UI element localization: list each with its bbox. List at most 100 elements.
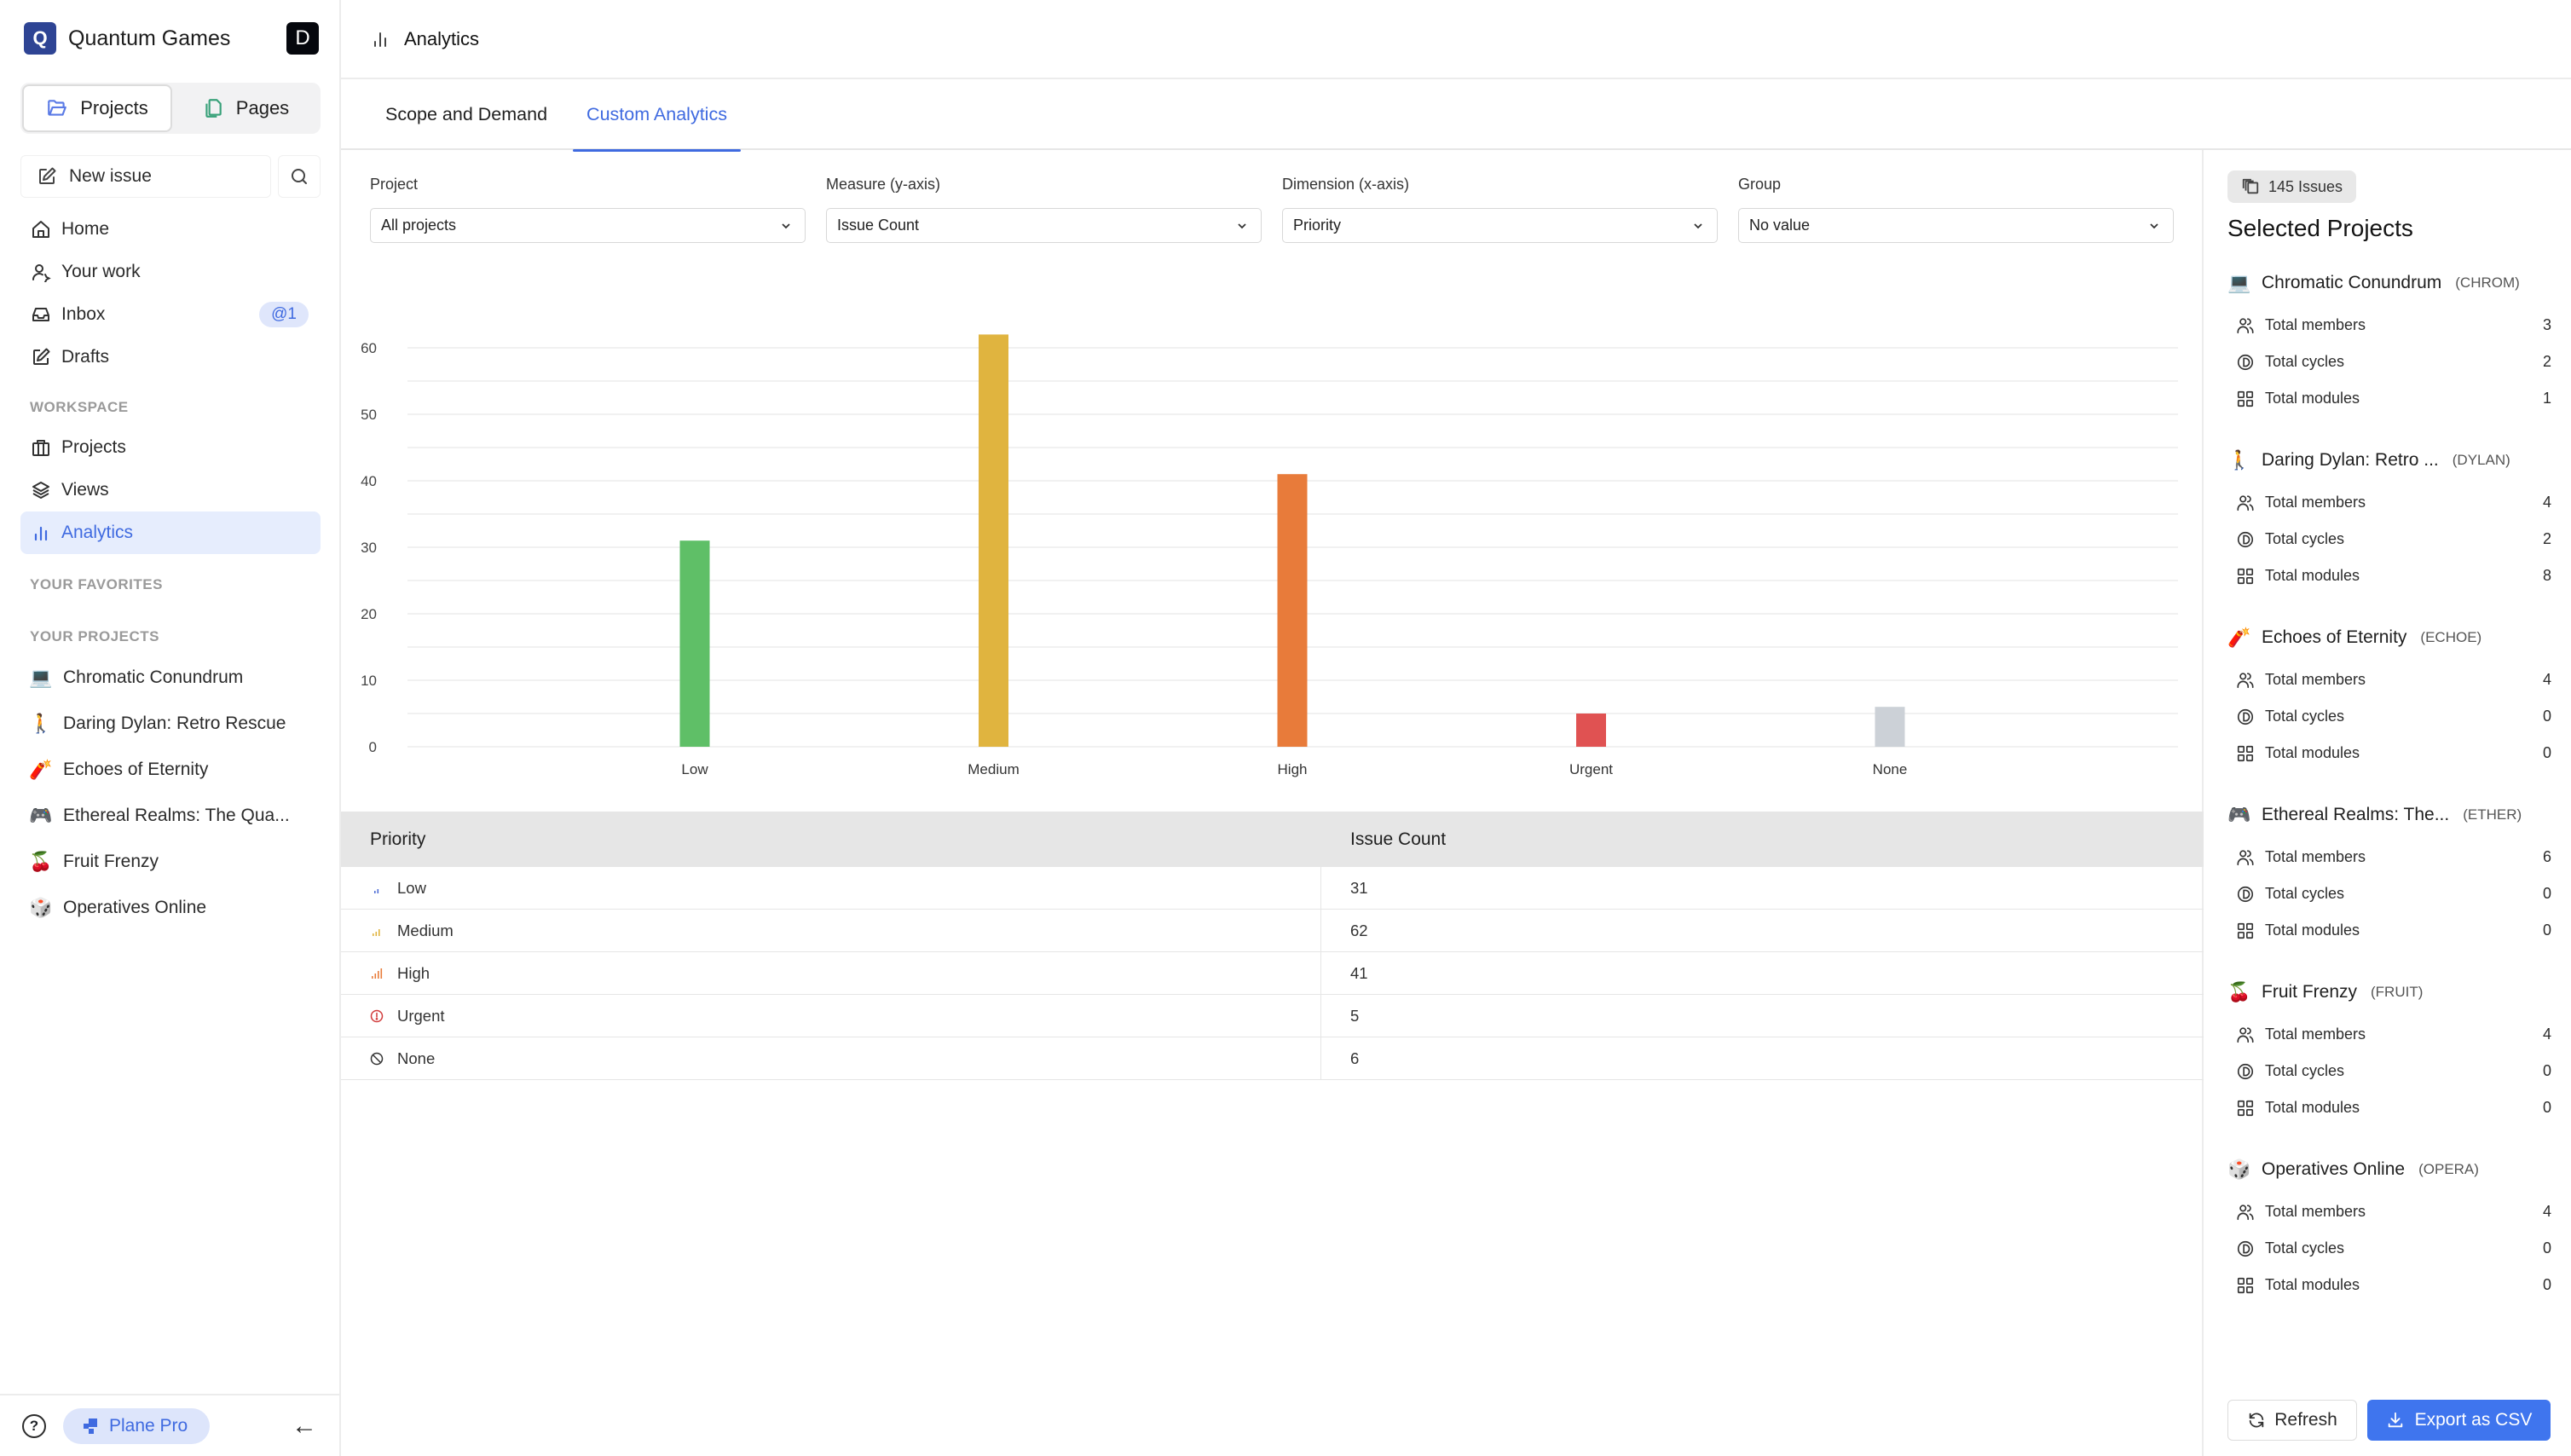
- cycles-icon: [2237, 1240, 2254, 1257]
- sidebar-switcher: Projects Pages: [20, 83, 321, 134]
- bar-chart-icon: [374, 32, 386, 47]
- layers-icon: [32, 482, 49, 499]
- cycles-icon: [2237, 531, 2254, 547]
- switcher-projects-button[interactable]: Projects: [22, 84, 172, 132]
- dimension-select[interactable]: Priority: [1282, 208, 1718, 243]
- selected-project-card: 🎮 Ethereal Realms: The... (ETHER) Total mem…: [2227, 791, 2551, 968]
- stat-total-cycles: Total cycles 0: [2227, 698, 2551, 735]
- selected-project-identifier: (DYLAN): [2452, 452, 2510, 468]
- selected-project-name: Chromatic Conundrum: [2262, 273, 2442, 292]
- stat-total-cycles: Total cycles 0: [2227, 875, 2551, 912]
- column-header-priority[interactable]: Priority: [341, 829, 1321, 850]
- stat-value: 0: [2542, 1062, 2551, 1079]
- group-select[interactable]: No value: [1738, 208, 2174, 243]
- search-button[interactable]: [278, 155, 321, 198]
- selected-project-header: 💻 Chromatic Conundrum (CHROM): [2227, 259, 2551, 307]
- priority-label: Medium: [397, 921, 454, 939]
- stat-total-members: Total members 3: [2227, 307, 2551, 344]
- switcher-pages-button[interactable]: Pages: [172, 84, 319, 132]
- priority-label: High: [397, 963, 430, 982]
- issue-count-cell: 6: [1350, 1049, 1360, 1067]
- nav-views[interactable]: Views: [20, 469, 321, 511]
- stat-label: Total cycles: [2265, 1062, 2345, 1079]
- selected-project-identifier: (FRUIT): [2371, 984, 2424, 1000]
- stat-value: 4: [2542, 1203, 2551, 1220]
- project-emoji-icon: 🎮: [29, 805, 53, 826]
- chevron-down-icon: [2150, 222, 2158, 228]
- analytics-table: Priority Issue Count Low 31 Medium 62 High 41…: [341, 812, 2204, 1080]
- nav-analytics-label: Analytics: [61, 523, 134, 542]
- project-select[interactable]: All projects: [370, 208, 806, 243]
- selected-project-name: Fruit Frenzy: [2262, 982, 2358, 1002]
- y-tick-label: 10: [361, 673, 377, 689]
- export-csv-button[interactable]: Export as CSV: [2367, 1400, 2551, 1441]
- stat-total-members: Total members 4: [2227, 662, 2551, 698]
- stat-label: Total modules: [2265, 1276, 2360, 1293]
- alert-circle-icon: [370, 1009, 384, 1023]
- x-tick-label: Low: [681, 761, 708, 777]
- stat-label: Total modules: [2265, 390, 2360, 407]
- help-icon[interactable]: ?: [22, 1413, 46, 1438]
- tab-custom-analytics[interactable]: Custom Analytics: [573, 79, 741, 152]
- bar-low[interactable]: [679, 540, 710, 747]
- filter-group: Group No value: [1738, 176, 2174, 243]
- project-emoji-icon: 💻: [29, 667, 53, 688]
- project-list: 💻 Chromatic Conundrum 🚶 Daring Dylan: Retro…: [20, 655, 321, 931]
- panel-actions: Refresh Export as CSV: [2227, 1400, 2551, 1441]
- user-avatar[interactable]: D: [286, 22, 319, 55]
- nav-projects[interactable]: Projects: [20, 426, 321, 469]
- bar-urgent[interactable]: [1576, 714, 1606, 747]
- selected-project-header: 🎮 Ethereal Realms: The... (ETHER): [2227, 791, 2551, 839]
- nav-analytics[interactable]: Analytics: [20, 511, 321, 554]
- selected-project-identifier: (OPERA): [2418, 1161, 2479, 1177]
- stat-label: Total cycles: [2265, 1239, 2345, 1257]
- bar-medium[interactable]: [979, 334, 1008, 747]
- nav-drafts[interactable]: Drafts: [20, 336, 321, 378]
- issue-count-cell: 5: [1350, 1006, 1360, 1025]
- nav-inbox[interactable]: Inbox @1: [20, 293, 321, 336]
- cycles-icon: [2237, 354, 2254, 370]
- stat-total-members: Total members 4: [2227, 1193, 2551, 1230]
- workspace-name[interactable]: Quantum Games: [68, 26, 286, 51]
- page-header: Analytics: [341, 0, 2571, 79]
- sidebar-project-item[interactable]: 💻 Chromatic Conundrum: [20, 655, 321, 701]
- new-issue-button[interactable]: New issue: [20, 155, 271, 198]
- nav-projects-label: Projects: [61, 437, 126, 457]
- issue-count-cell: 31: [1350, 878, 1368, 897]
- sidebar-project-item[interactable]: 🧨 Echoes of Eternity: [20, 747, 321, 793]
- issues-count-label: 145 Issues: [2268, 177, 2343, 195]
- workspace-header[interactable]: Q Quantum Games D: [24, 22, 319, 55]
- nav-your-work[interactable]: Your work: [20, 251, 321, 293]
- bar-high[interactable]: [1277, 474, 1308, 747]
- stat-label: Total cycles: [2265, 885, 2345, 902]
- column-header-issue-count[interactable]: Issue Count: [1321, 829, 1446, 850]
- selected-project-identifier: (CHROM): [2455, 274, 2520, 291]
- favorites-section-label: YOUR FAVORITES: [30, 576, 163, 592]
- project-emoji-icon: 🍒: [2227, 981, 2251, 1002]
- sidebar: Q Quantum Games D Projects Pages New iss…: [0, 0, 341, 1456]
- stat-label: Total cycles: [2265, 708, 2345, 725]
- nav-home[interactable]: Home: [20, 208, 321, 251]
- x-tick-label: None: [1873, 761, 1908, 777]
- plane-pro-button[interactable]: Plane Pro: [63, 1407, 211, 1444]
- stat-total-modules: Total modules 0: [2227, 1267, 2551, 1303]
- measure-select[interactable]: Issue Count: [826, 208, 1262, 243]
- sidebar-project-item[interactable]: 🍒 Fruit Frenzy: [20, 839, 321, 885]
- stat-label: Total modules: [2265, 567, 2360, 584]
- sidebar-project-item[interactable]: 🚶 Daring Dylan: Retro Rescue: [20, 701, 321, 747]
- sidebar-project-item[interactable]: 🎮 Ethereal Realms: The Qua...: [20, 793, 321, 839]
- issue-count-cell: 62: [1350, 921, 1368, 939]
- sidebar-project-item[interactable]: 🎲 Operatives Online: [20, 885, 321, 931]
- refresh-button[interactable]: Refresh: [2227, 1400, 2357, 1441]
- collapse-sidebar-icon[interactable]: ←: [292, 1412, 317, 1441]
- stat-total-cycles: Total cycles 0: [2227, 1053, 2551, 1089]
- table-row: None 6: [341, 1037, 2204, 1080]
- selected-project-card: 🚶 Daring Dylan: Retro ... (DYLAN) Total mem…: [2227, 436, 2551, 614]
- page-title: Analytics: [404, 27, 480, 49]
- tab-scope-and-demand[interactable]: Scope and Demand: [372, 79, 561, 150]
- x-tick-label: Urgent: [1569, 761, 1613, 777]
- stat-value: 0: [2542, 885, 2551, 902]
- table-row: Medium 62: [341, 910, 2204, 952]
- bar-none[interactable]: [1875, 707, 1905, 747]
- modules-icon: [2237, 745, 2254, 761]
